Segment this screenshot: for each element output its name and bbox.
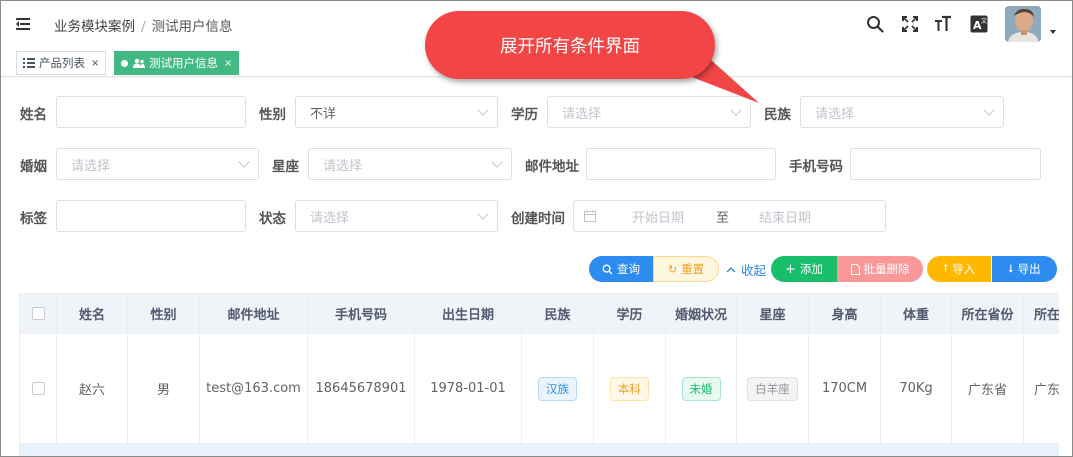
marital-placeholder: 请选择 (71, 158, 111, 174)
cell-city: 广东 (1024, 334, 1059, 444)
export-button[interactable]: ⭣ 导出 (992, 256, 1057, 282)
email-label: 邮件地址 (525, 159, 579, 175)
cell-email: test@163.com (200, 334, 308, 444)
created-label: 创建时间 (511, 211, 565, 227)
status-placeholder: 请选择 (310, 210, 350, 226)
column-header[interactable]: 姓名 (57, 294, 128, 334)
tag-input[interactable] (56, 200, 246, 232)
add-button[interactable]: + 添加 (771, 256, 837, 282)
phone-input[interactable] (850, 148, 1041, 180)
date-range-picker[interactable]: 开始日期 至 结束日期 (573, 200, 886, 232)
cell-education: 本科 (594, 334, 666, 444)
query-button[interactable]: 查询 (589, 256, 653, 282)
start-date-placeholder[interactable]: 开始日期 (632, 207, 710, 226)
ethnicity-badge: 汉族 (538, 376, 577, 401)
search-icon (602, 263, 613, 274)
refresh-icon: ↻ (667, 262, 678, 276)
import-button[interactable]: ⭡ 导入 (927, 256, 991, 282)
cell-province: 广东省 (952, 334, 1024, 444)
table-row[interactable] (20, 444, 1059, 456)
data-table: 姓名 性别 邮件地址 手机号码 出生日期 民族 学历 婚姻状况 星座 身高 体重… (19, 293, 1059, 456)
cell-phone: 18645678901 (308, 334, 415, 444)
row-select-cell (20, 334, 57, 444)
calendar-icon (584, 210, 596, 222)
column-header[interactable]: 星座 (737, 294, 809, 334)
cell-height: 170CM (809, 334, 881, 444)
zodiac-badge: 白羊座 (747, 376, 798, 401)
plus-icon: + (785, 261, 796, 277)
document-icon (850, 263, 860, 275)
column-header[interactable]: 体重 (881, 294, 952, 334)
phone-label: 手机号码 (789, 159, 843, 175)
select-all-cell (20, 294, 57, 334)
cell-gender: 男 (128, 334, 200, 444)
upload-icon: ⭡ (942, 262, 949, 275)
column-header[interactable]: 身高 (809, 294, 881, 334)
zodiac-placeholder: 请选择 (323, 158, 363, 174)
column-header[interactable]: 手机号码 (308, 294, 415, 334)
chevron-up-icon (726, 266, 736, 272)
email-input[interactable] (586, 148, 776, 180)
cell-weight: 70Kg (881, 334, 952, 444)
table-row[interactable]: 赵六 男 test@163.com 18645678901 1978-01-01… (20, 334, 1059, 444)
table-header: 姓名 性别 邮件地址 手机号码 出生日期 民族 学历 婚姻状况 星座 身高 体重… (20, 294, 1059, 334)
cell-birthday: 1978-01-01 (415, 334, 522, 444)
status-select[interactable]: 请选择 (295, 200, 498, 232)
chevron-down-icon (238, 156, 250, 168)
select-all-checkbox[interactable] (31, 307, 45, 320)
marital-label: 婚姻 (20, 159, 47, 175)
status-label: 状态 (259, 211, 286, 227)
marital-select[interactable]: 请选择 (56, 148, 259, 180)
cell-ethnicity: 汉族 (522, 334, 594, 444)
collapse-link[interactable]: 收起 (723, 256, 769, 282)
row-checkbox[interactable] (31, 382, 45, 395)
column-header[interactable]: 出生日期 (415, 294, 522, 334)
end-date-placeholder[interactable]: 结束日期 (759, 207, 811, 226)
batch-delete-button[interactable]: 批量删除 (837, 256, 923, 282)
tag-label: 标签 (20, 211, 47, 227)
column-header[interactable]: 所在 (1024, 294, 1059, 334)
education-badge: 本科 (610, 376, 649, 401)
cell-name: 赵六 (57, 334, 128, 444)
column-header[interactable]: 民族 (522, 294, 594, 334)
zodiac-select[interactable]: 请选择 (308, 148, 512, 180)
column-header[interactable]: 性别 (128, 294, 200, 334)
callout-text: 展开所有条件界面 (500, 36, 640, 57)
cell-marital: 未婚 (666, 334, 737, 444)
download-icon: ⭣ (1008, 262, 1014, 275)
chevron-down-icon (477, 208, 489, 220)
cell-zodiac: 白羊座 (737, 334, 809, 444)
zodiac-label: 星座 (272, 159, 299, 175)
reset-button[interactable]: ↻ 重置 (653, 256, 719, 282)
column-header[interactable]: 邮件地址 (200, 294, 308, 334)
marital-badge: 未婚 (681, 376, 721, 401)
column-header[interactable]: 所在省份 (952, 294, 1024, 334)
date-separator: 至 (716, 210, 730, 226)
column-header[interactable]: 学历 (594, 294, 666, 334)
app-window: 业务模块案例 / 测试用户信息 A 文 产品列表 × 测试用户信息 × 展开所有… (0, 0, 1073, 457)
column-header[interactable]: 婚姻状况 (666, 294, 737, 334)
chevron-down-icon (491, 156, 503, 168)
annotation-callout: 展开所有条件界面 (425, 11, 715, 79)
